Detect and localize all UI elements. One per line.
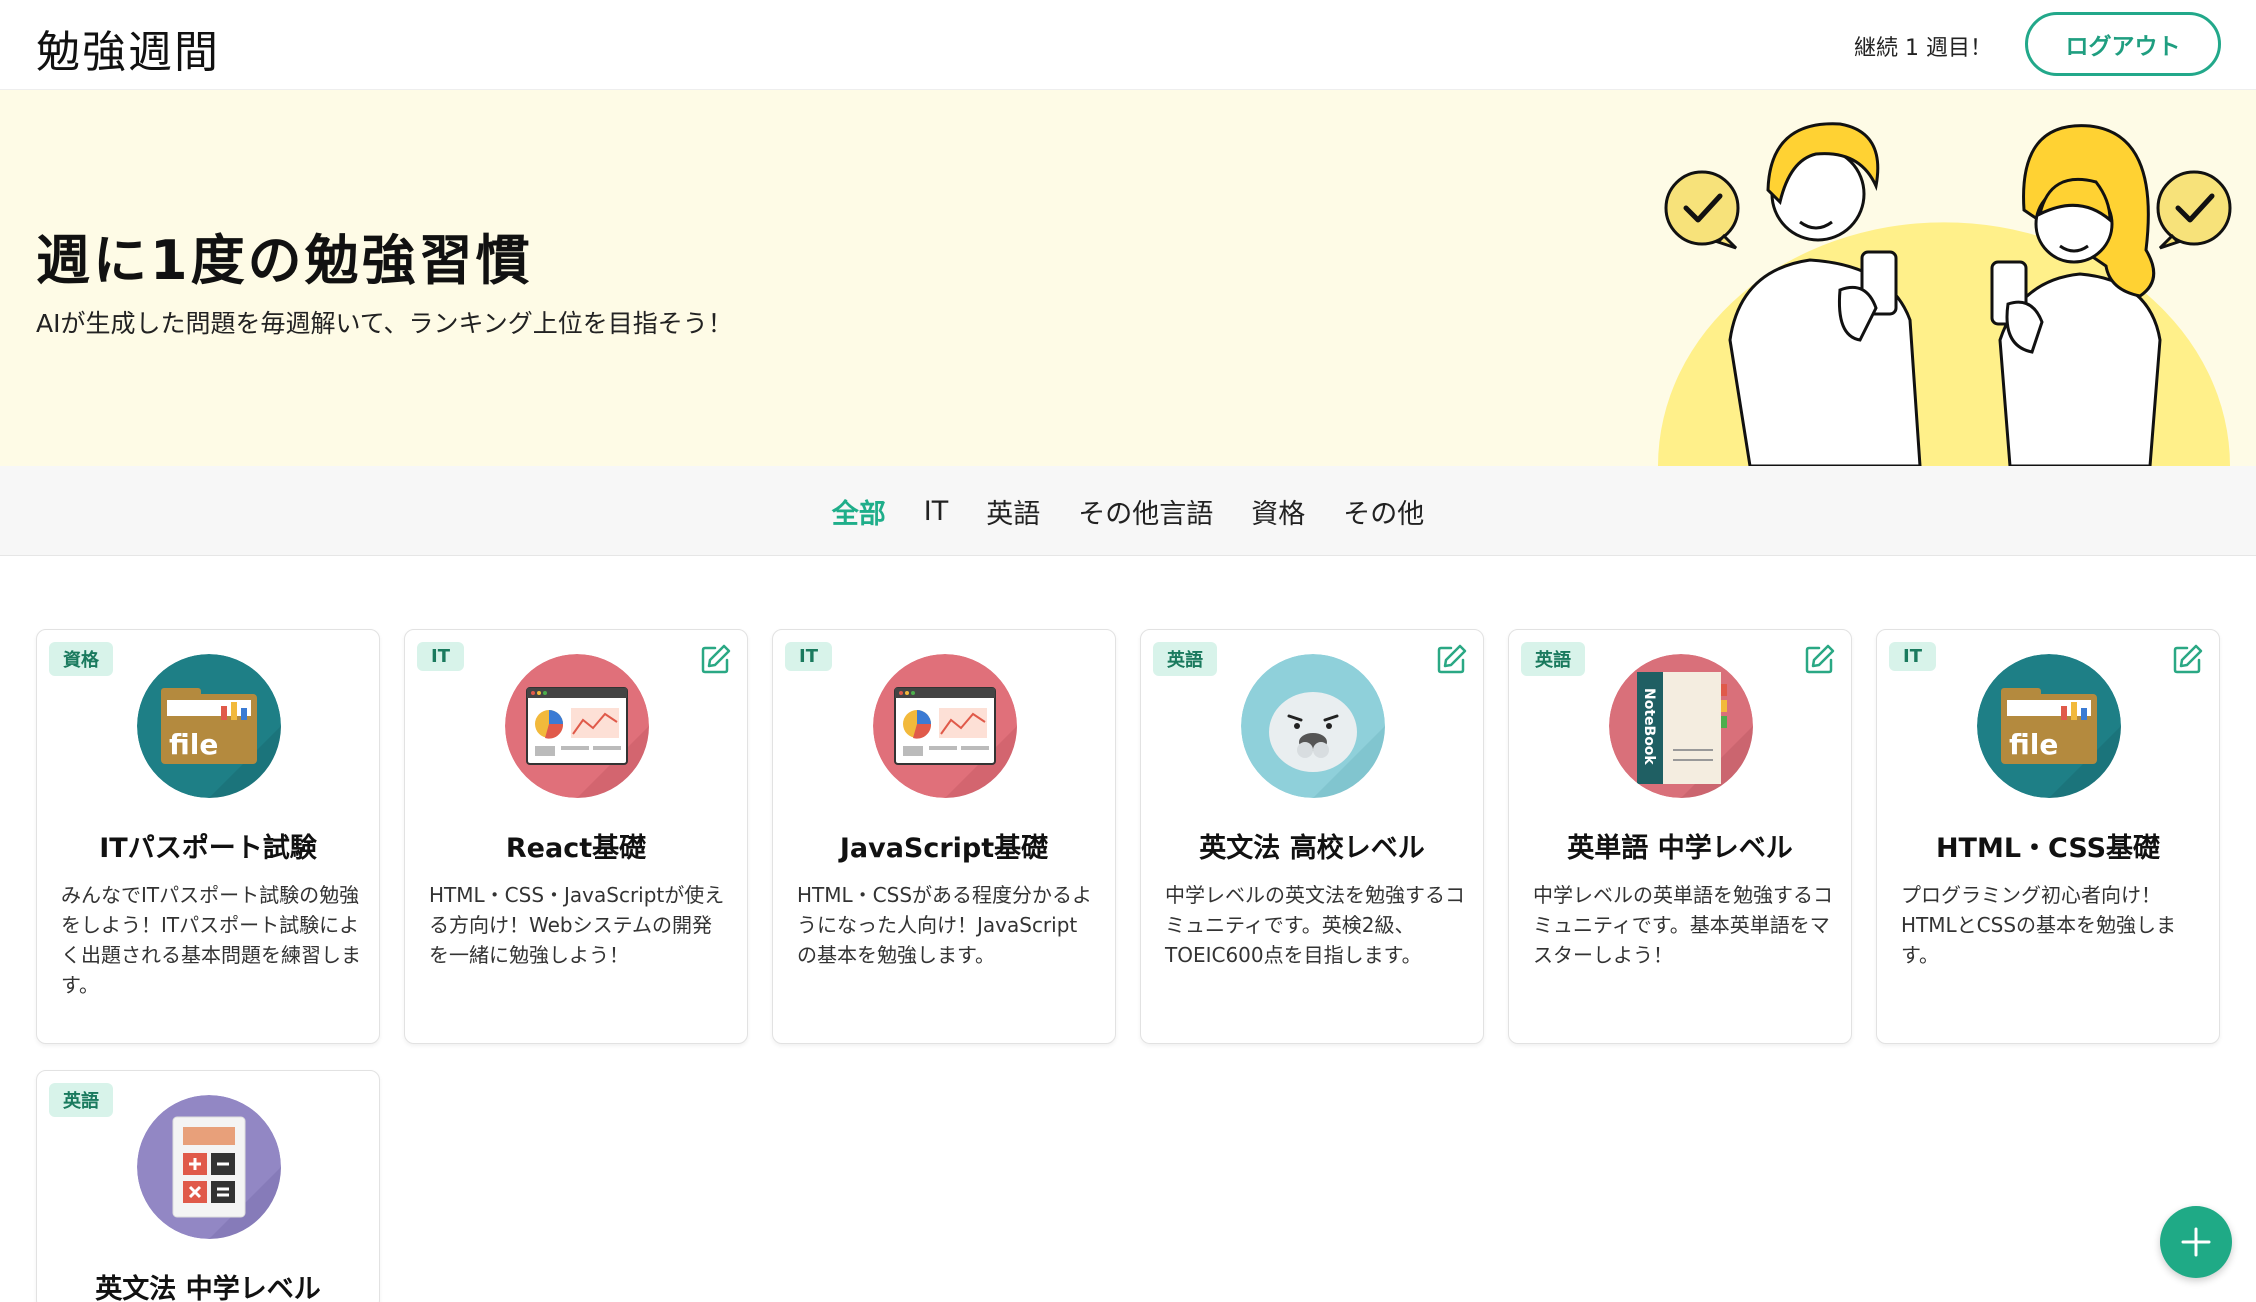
tab-qualification[interactable]: 資格 <box>1251 492 1305 531</box>
streak-text: 継続 1 週目！ <box>1854 36 1992 61</box>
seal-icon <box>1241 654 1385 798</box>
category-badge: IT <box>417 642 464 671</box>
card-title: JavaScript基礎 <box>839 833 1049 864</box>
community-card[interactable]: 資格 file ITパスポート試験 みんなでITパスポート試験の勉強をしよう！I… <box>36 629 380 1044</box>
category-badge: 英語 <box>49 1083 113 1117</box>
community-card[interactable]: IT file HTML・CSS基礎 プログラミング初心者向け！HTMLとCSS… <box>1876 629 2220 1044</box>
card-title: ITパスポート試験 <box>99 833 317 864</box>
tab-other-languages[interactable]: その他言語 <box>1078 492 1213 531</box>
card-description: HTML・CSS・JavaScriptが使える方向け！Webシステムの開発を一緒… <box>429 883 725 967</box>
edit-icon[interactable] <box>1803 642 1837 676</box>
category-badge: 英語 <box>1521 642 1585 676</box>
man-figure <box>1728 122 1922 466</box>
community-card[interactable]: 英語 英文法 高校レベル 中学レベルの英文法を勉強するコミュニティです。英検2級… <box>1140 629 1484 1044</box>
tab-it[interactable]: IT <box>924 496 948 527</box>
category-tabs: 全部 IT 英語 その他言語 資格 その他 <box>0 466 2256 556</box>
file-folder-icon: file <box>1977 654 2121 798</box>
woman-figure <box>1990 124 2162 466</box>
category-tabs-bar: 全部 IT 英語 その他言語 資格 その他 <box>0 466 2256 556</box>
check-bubble-icon <box>1664 170 1740 250</box>
community-card[interactable]: IT React基礎 HTML・CSS・JavaScriptが使える方向け！We… <box>404 629 748 1044</box>
hero-title: 週に1度の勉強習慣 <box>36 229 533 292</box>
hero-subtitle: AIが生成した問題を毎週解いて、ランキング上位を目指そう！ <box>36 309 733 338</box>
card-title: 英文法 中学レベル <box>95 1274 321 1302</box>
add-community-button[interactable] <box>2160 1206 2232 1278</box>
tab-english[interactable]: 英語 <box>986 492 1040 531</box>
card-description: プログラミング初心者向け！HTMLとCSSの基本を勉強します。 <box>1901 883 2177 967</box>
card-title: 英単語 中学レベル <box>1567 833 1793 864</box>
edit-icon[interactable] <box>1435 642 1469 676</box>
edit-icon[interactable] <box>699 642 733 676</box>
notebook-icon: NoteBook <box>1609 654 1753 798</box>
logout-button[interactable]: ログアウト <box>2025 12 2221 76</box>
browser-chart-icon <box>873 654 1017 798</box>
card-description: 中学レベルの英文法を勉強するコミュニティです。英検2級、TOEIC600点を目指… <box>1165 883 1465 967</box>
category-badge: IT <box>1889 642 1936 671</box>
app-header: 勉強週間 継続 1 週目！ ログアウト <box>0 0 2256 90</box>
card-title: React基礎 <box>505 833 647 864</box>
file-folder-icon: file <box>137 654 281 798</box>
community-card[interactable]: IT JavaScript基礎 HTML・CSSがある程度分かるようになった人向… <box>772 629 1116 1044</box>
app-logo[interactable]: 勉強週間 <box>36 16 220 80</box>
calculator-icon <box>137 1095 281 1239</box>
edit-icon[interactable] <box>2171 642 2205 676</box>
card-title: 英文法 高校レベル <box>1199 833 1425 864</box>
browser-chart-icon <box>505 654 649 798</box>
card-title: HTML・CSS基礎 <box>1935 833 2161 864</box>
category-badge: 英語 <box>1153 642 1217 676</box>
community-card[interactable]: 英語 英文法 中学レベル <box>36 1070 380 1302</box>
community-card[interactable]: 英語 NoteBook 英単語 中学レベル 中学レベルの英単語を勉強するコミュニ… <box>1508 629 1852 1044</box>
svg-text:file: file <box>169 728 218 761</box>
svg-text:NoteBook: NoteBook <box>1641 688 1657 765</box>
card-description: 中学レベルの英単語を勉強するコミュニティです。基本英単語をマスターしよう！ <box>1533 883 1833 967</box>
svg-text:file: file <box>2009 728 2058 761</box>
category-badge: 資格 <box>49 642 113 676</box>
card-description: HTML・CSSがある程度分かるようになった人向け！JavaScriptの基本を… <box>797 883 1093 967</box>
category-badge: IT <box>785 642 832 671</box>
check-bubble-icon <box>2156 170 2232 250</box>
tab-all[interactable]: 全部 <box>832 492 886 531</box>
card-description: みんなでITパスポート試験の勉強をしよう！ITパスポート試験によく出題される基本… <box>61 883 361 997</box>
tab-other[interactable]: その他 <box>1343 492 1424 531</box>
hero-illustration <box>1658 122 2232 466</box>
plus-icon <box>2181 1227 2211 1257</box>
